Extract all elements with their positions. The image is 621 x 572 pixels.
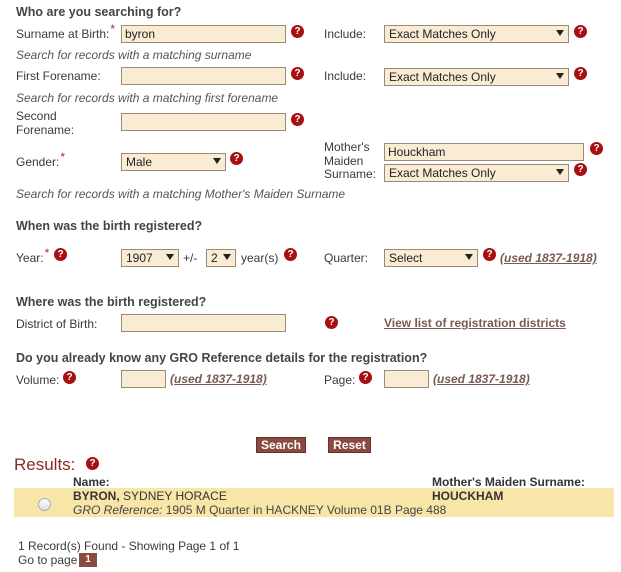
section-heading-gro: Do you already know any GRO Reference de… xyxy=(16,351,428,365)
include-label: Include: xyxy=(324,27,367,41)
mmn-hint: Search for records with a matching Mothe… xyxy=(16,187,346,201)
page-used-note[interactable]: (used 1837-1918) xyxy=(433,372,530,386)
range-select[interactable]: 2 xyxy=(206,249,236,267)
include-label: Include: xyxy=(324,69,367,83)
result-name: BYRON, SYDNEY HORACE xyxy=(73,489,227,503)
volume-input[interactable] xyxy=(121,370,166,388)
reset-button[interactable]: Reset xyxy=(328,437,371,453)
help-icon[interactable]: ? xyxy=(291,25,304,38)
forename-include-select[interactable]: Exact Matches Only xyxy=(384,68,569,86)
result-mmn: HOUCKHAM xyxy=(432,489,504,503)
chevron-down-icon xyxy=(556,169,564,175)
chevron-down-icon xyxy=(556,73,564,79)
help-icon[interactable]: ? xyxy=(325,316,338,329)
section-heading-who: Who are you searching for? xyxy=(16,5,182,19)
surname-include-value: Exact Matches Only xyxy=(389,27,496,41)
forename-include-value: Exact Matches Only xyxy=(389,70,496,84)
volume-label: Volume: xyxy=(16,373,60,387)
section-heading-when: When was the birth registered? xyxy=(16,219,203,233)
help-icon[interactable]: ? xyxy=(574,163,587,176)
chevron-down-icon xyxy=(465,254,473,260)
quarter-select[interactable]: Select xyxy=(384,249,478,267)
quarter-used-note[interactable]: (used 1837-1918) xyxy=(500,251,597,265)
help-icon[interactable]: ? xyxy=(483,248,496,261)
year-value: 1907 xyxy=(126,251,153,265)
forename-label: First Forename: xyxy=(16,69,101,83)
quarter-value: Select xyxy=(389,251,423,265)
chevron-down-icon xyxy=(166,254,174,260)
surname-label: Surname at Birth:* xyxy=(16,22,116,41)
page-1-button[interactable]: 1 xyxy=(79,553,97,567)
result-forenames: SYDNEY HORACE xyxy=(123,489,227,503)
results-title: Results: xyxy=(14,455,76,474)
go-to-page-label: Go to page xyxy=(18,553,78,567)
help-icon[interactable]: ? xyxy=(574,67,587,80)
quarter-label: Quarter: xyxy=(324,251,369,265)
forename-input[interactable] xyxy=(121,67,286,85)
gro-reference-value: 1905 M Quarter in HACKNEY Volume 01B Pag… xyxy=(165,503,447,517)
help-icon[interactable]: ? xyxy=(284,248,297,261)
page-input[interactable] xyxy=(384,370,429,388)
year-select[interactable]: 1907 xyxy=(121,249,179,267)
page-label: Page: xyxy=(324,373,356,387)
records-found-text: 1 Record(s) Found - Showing Page 1 of 1 xyxy=(18,539,240,553)
surname-hint: Search for records with a matching surna… xyxy=(16,48,252,62)
volume-used-note[interactable]: (used 1837-1918) xyxy=(170,372,267,386)
mmn-label: Mother's Maiden Surname: xyxy=(324,140,377,181)
result-gro-reference: GRO Reference: 1905 M Quarter in HACKNEY… xyxy=(73,503,446,517)
chevron-down-icon xyxy=(556,30,564,36)
chevron-down-icon xyxy=(213,158,221,164)
section-heading-where: Where was the birth registered? xyxy=(16,295,207,309)
second-forename-input[interactable] xyxy=(121,113,286,131)
gender-select[interactable]: Male xyxy=(121,153,226,171)
year-label: Year:* xyxy=(16,246,50,265)
district-input[interactable] xyxy=(121,314,286,332)
mmn-input[interactable]: Houckham xyxy=(384,143,584,161)
result-surname: BYRON, xyxy=(73,489,120,503)
forename-hint: Search for records with a matching first… xyxy=(16,91,279,105)
help-icon[interactable]: ? xyxy=(230,152,243,165)
chevron-down-icon xyxy=(223,254,231,260)
gender-label: Gender:* xyxy=(16,150,66,169)
plus-minus-label: +/- xyxy=(183,251,198,265)
surname-input[interactable]: byron xyxy=(121,25,286,43)
help-icon[interactable]: ? xyxy=(54,248,67,261)
mmn-include-value: Exact Matches Only xyxy=(389,166,496,180)
help-icon[interactable]: ? xyxy=(86,457,99,470)
help-icon[interactable]: ? xyxy=(359,371,372,384)
second-forename-label: Second Forename: xyxy=(16,109,75,137)
district-label: District of Birth: xyxy=(16,317,98,331)
help-icon[interactable]: ? xyxy=(291,113,304,126)
column-header-name: Name: xyxy=(73,475,110,489)
range-value: 2 xyxy=(211,251,218,265)
mmn-include-select[interactable]: Exact Matches Only xyxy=(384,164,569,182)
column-header-mmn: Mother's Maiden Surname: xyxy=(432,475,585,489)
district-list-link[interactable]: View list of registration districts xyxy=(384,316,566,330)
help-icon[interactable]: ? xyxy=(291,67,304,80)
help-icon[interactable]: ? xyxy=(63,371,76,384)
required-marker: * xyxy=(44,246,50,260)
required-marker: * xyxy=(60,150,66,164)
years-label: year(s) xyxy=(241,251,279,265)
help-icon[interactable]: ? xyxy=(574,25,587,38)
required-marker: * xyxy=(110,22,116,36)
help-icon[interactable]: ? xyxy=(590,142,603,155)
gro-reference-label: GRO Reference: xyxy=(73,503,163,517)
result-radio[interactable] xyxy=(38,498,51,511)
gender-value: Male xyxy=(126,155,153,169)
search-button[interactable]: Search xyxy=(256,437,306,453)
surname-include-select[interactable]: Exact Matches Only xyxy=(384,25,569,43)
